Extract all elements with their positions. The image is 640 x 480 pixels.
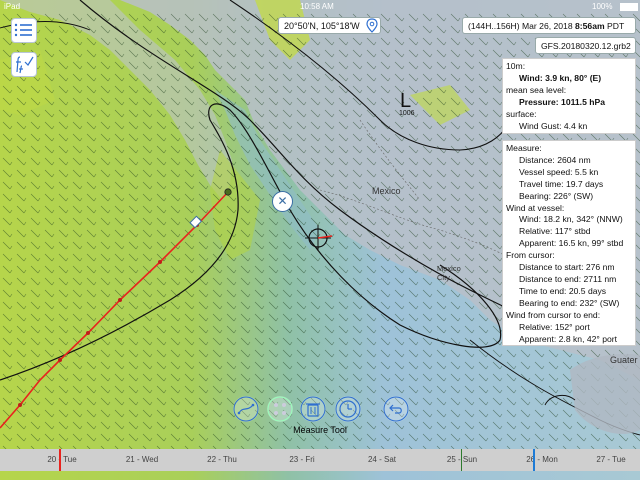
route-curve-icon (233, 396, 259, 422)
point-info-panel: 10m: Wind: 3.9 kn, 80° (E) mean sea leve… (502, 58, 636, 134)
timeline-day[interactable]: 20 - Tue (22, 449, 102, 471)
mexico-city-label: Mexico City (437, 264, 461, 282)
vessel-apparent: Apparent: 16.5 kn, 99° stbd (519, 238, 624, 249)
gust-value: Wind Gust: 4.4 kn (519, 120, 588, 131)
vessel-speed: Vessel speed: 5.5 kn (519, 166, 599, 177)
cursor-relative: Relative: 152° port (519, 321, 590, 332)
function-check-icon (16, 56, 34, 74)
timeline-day[interactable]: 24 - Sat (342, 449, 422, 471)
status-bar: iPad 10:58 AM 100% (0, 0, 640, 12)
close-icon: ✕ (277, 194, 288, 208)
timeline-day[interactable]: 26 - Mon (502, 449, 582, 471)
timeline-day[interactable]: 22 - Thu (182, 449, 262, 471)
distance: Distance: 2604 nm (519, 154, 591, 165)
timeline-day[interactable]: 23 - Fri (262, 449, 342, 471)
wind-cursor-title: Wind from cursor to end: (506, 309, 601, 320)
location-pin-icon (366, 18, 378, 33)
clock-icon (335, 396, 361, 422)
day-marker (461, 449, 462, 471)
wind-at-vessel-title: Wind at vessel: (506, 202, 565, 213)
low-pressure-value: 1006 (399, 110, 415, 117)
draw-route-button[interactable] (233, 396, 259, 422)
battery-label: 100% (592, 2, 613, 11)
route-start-marker (59, 449, 61, 471)
msl-title: mean sea level: (506, 84, 567, 95)
measure-panel: Measure: Distance: 2604 nm Vessel speed:… (502, 140, 636, 346)
coordinate-text: 20°50'N, 105°18'W (284, 21, 360, 31)
location-pin-button[interactable] (364, 17, 380, 34)
time-bold: 8:56am (575, 21, 605, 31)
close-measure-button[interactable]: ✕ (272, 191, 293, 212)
network-nodes-icon (267, 396, 293, 422)
distance-to-end: Distance to end: 2711 nm (519, 273, 617, 284)
formula-check-button[interactable] (11, 52, 37, 77)
vessel-speed-button[interactable] (335, 396, 361, 422)
pressure-value: Pressure: 1011.5 hPa (519, 96, 605, 107)
trash-icon (300, 396, 326, 422)
undo-icon (383, 396, 409, 422)
guatemala-label: Guater (610, 355, 638, 365)
vessel-relative: Relative: 117° stbd (519, 226, 591, 237)
carrier-label: iPad (4, 2, 21, 11)
layers-list-button[interactable] (11, 18, 37, 43)
wind-value: Wind: 3.9 kn, 80° (E) (519, 72, 602, 83)
surface-title: surface: (506, 108, 537, 119)
delete-measure-button[interactable] (300, 396, 326, 422)
cursor-apparent: Apparent: 2.8 kn, 42° port (519, 333, 618, 344)
measure-title: Measure: (506, 143, 542, 153)
time-range: (144H..156H) Mar 26, 2018 (468, 21, 573, 31)
mexico-label: Mexico (372, 186, 401, 196)
waypoint-nodes-button[interactable] (267, 396, 293, 422)
timeline-day[interactable]: 21 - Wed (102, 449, 182, 471)
bearing: Bearing: 226° (SW) (519, 190, 594, 201)
current-time-marker[interactable] (533, 449, 535, 471)
level-10m: 10m: (506, 61, 526, 71)
undo-button[interactable] (383, 396, 409, 422)
bearing-to-end: Bearing to end: 232° (SW) (519, 297, 620, 308)
travel-time: Travel time: 19.7 days (519, 178, 604, 189)
from-cursor-title: From cursor: (506, 250, 555, 261)
file-name: GFS.20180320.12.grb2 (541, 41, 631, 51)
file-name-badge: GFS.20180320.12.grb2 (535, 37, 636, 54)
clock: 10:58 AM (300, 2, 334, 11)
measure-tool-label: Measure Tool (293, 425, 347, 435)
vessel-wind: Wind: 18.2 kn, 342° (NNW) (519, 214, 623, 225)
time-zone: PDT (607, 21, 625, 31)
timeline-day[interactable]: 25 - Sun (422, 449, 502, 471)
distance-to-start: Distance to start: 276 nm (519, 262, 615, 273)
timeline-bar[interactable]: 20 - Tue 21 - Wed 22 - Thu 23 - Fri 24 -… (0, 449, 640, 471)
battery-icon (620, 3, 638, 11)
time-to-end: Time to end: 20.5 days (519, 285, 607, 296)
list-icon (14, 23, 32, 37)
timeline-day[interactable]: 27 - Tue (582, 449, 640, 471)
time-readout[interactable]: (144H..156H) Mar 26, 2018 8:56am PDT (462, 17, 636, 34)
